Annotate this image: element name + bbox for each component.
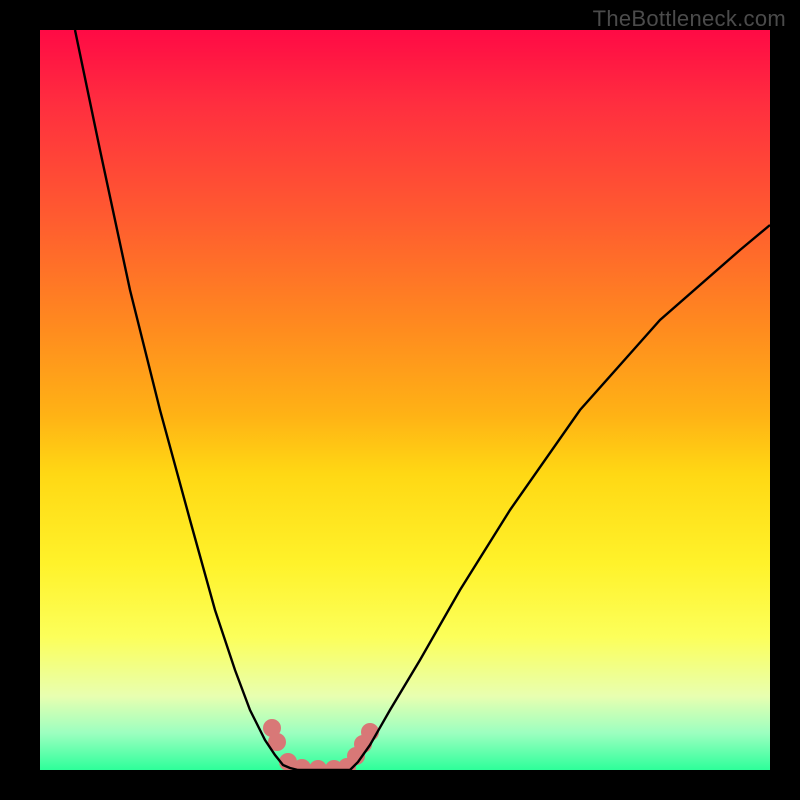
marker-dot — [309, 760, 327, 770]
chart-frame: TheBottleneck.com — [0, 0, 800, 800]
curve-svg — [40, 30, 770, 770]
curve-right — [350, 225, 770, 770]
curve-left — [75, 30, 298, 770]
watermark-text: TheBottleneck.com — [593, 6, 786, 32]
plot-area — [40, 30, 770, 770]
